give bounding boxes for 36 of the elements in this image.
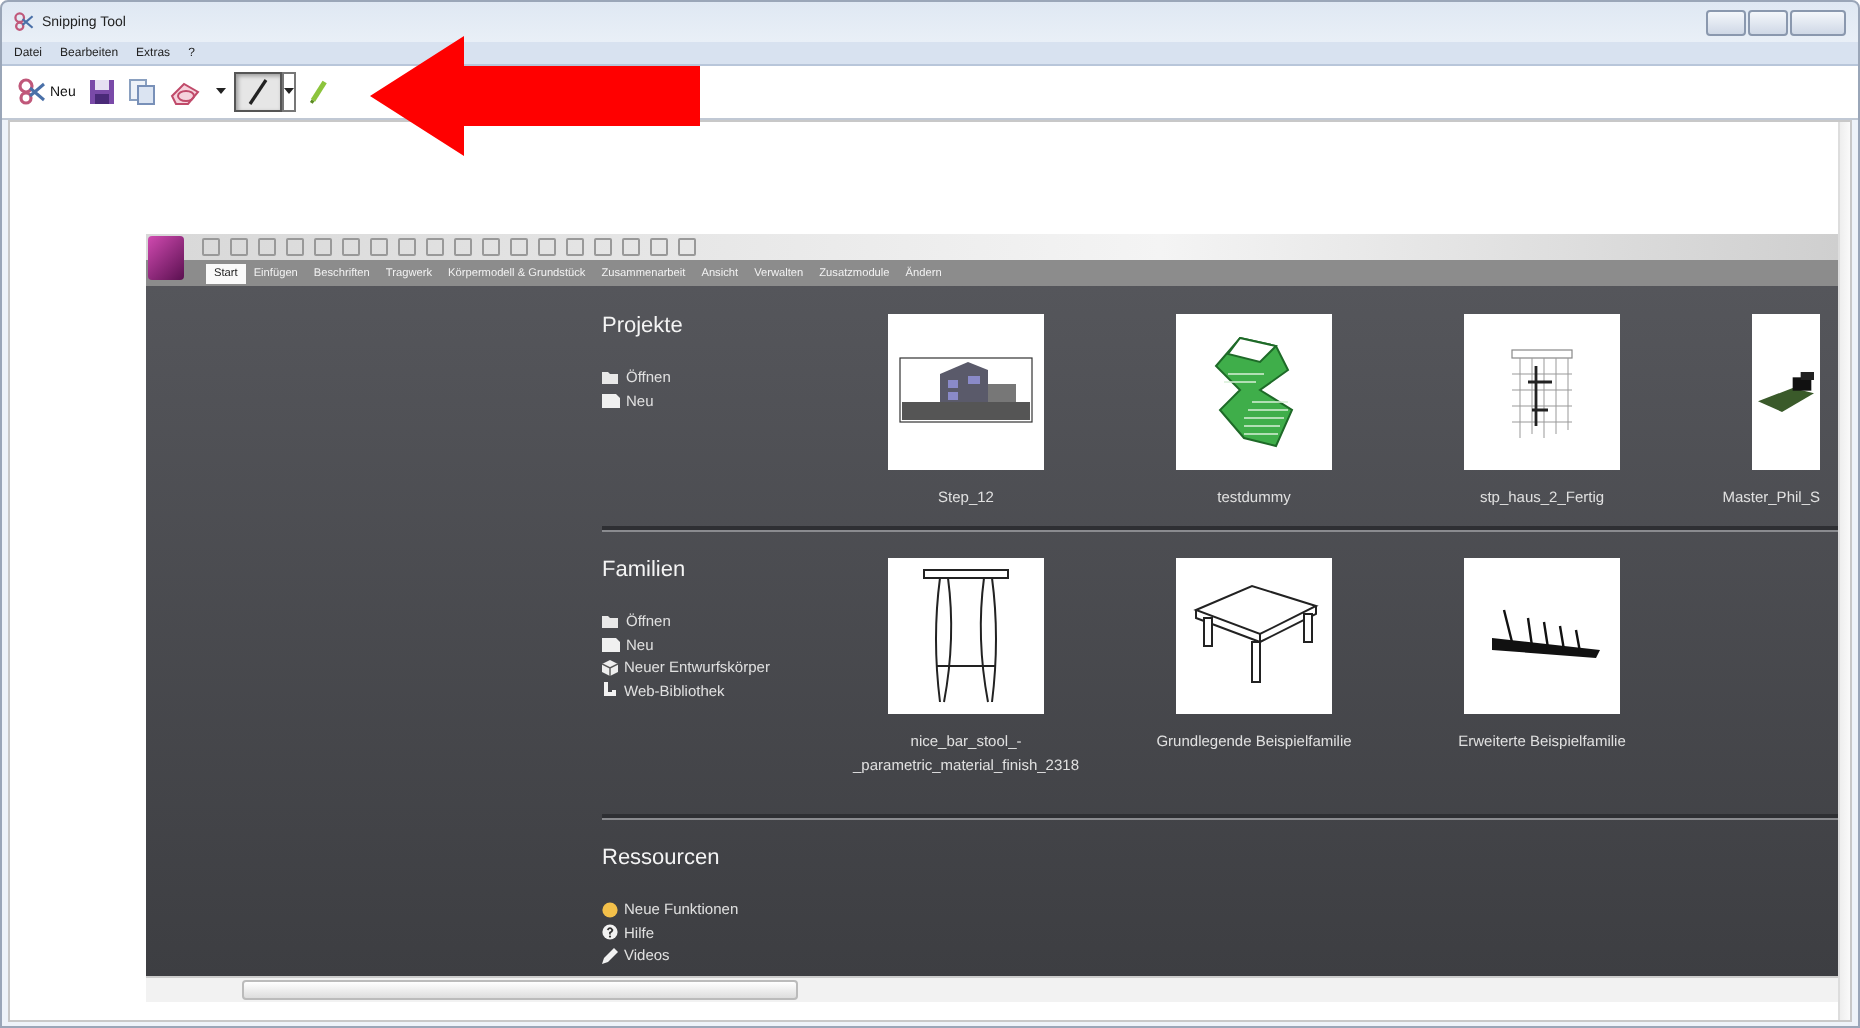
arrow-icon bbox=[370, 36, 700, 156]
app-menu-button[interactable] bbox=[148, 236, 184, 280]
thumbnail[interactable] bbox=[1176, 558, 1332, 714]
close-button[interactable] bbox=[1790, 9, 1846, 35]
scissors-icon bbox=[14, 12, 34, 32]
thumbnail[interactable] bbox=[1464, 558, 1620, 714]
folder-icon bbox=[602, 370, 620, 385]
folder-icon bbox=[602, 614, 620, 629]
thumbnail[interactable] bbox=[888, 558, 1044, 714]
caret-icon[interactable] bbox=[283, 88, 294, 96]
site-model-drawing bbox=[1758, 372, 1814, 412]
scissors-icon bbox=[18, 78, 46, 106]
scrollbar[interactable] bbox=[146, 976, 1838, 1002]
cube-icon bbox=[602, 659, 618, 676]
pen-button[interactable] bbox=[233, 72, 282, 112]
pencil-icon bbox=[602, 947, 618, 964]
document-icon bbox=[602, 393, 620, 408]
thumbnail[interactable] bbox=[1176, 314, 1332, 470]
thumbnail[interactable] bbox=[888, 314, 1044, 470]
bracket-icon bbox=[602, 682, 618, 699]
copy-icon[interactable] bbox=[127, 78, 156, 106]
thumbnail[interactable] bbox=[1464, 314, 1620, 470]
section-title: Ressourcen bbox=[602, 846, 722, 870]
section-title: Projekte bbox=[602, 314, 685, 338]
section-title: Familien bbox=[602, 558, 688, 582]
maximize-button[interactable] bbox=[1748, 9, 1788, 35]
eraser-icon[interactable] bbox=[167, 78, 204, 106]
minimize-button[interactable] bbox=[1706, 9, 1746, 35]
bulb-icon bbox=[602, 901, 618, 918]
document-icon bbox=[602, 637, 620, 652]
dropdown-button[interactable] bbox=[281, 72, 296, 112]
scrollbar[interactable] bbox=[1838, 122, 1850, 1020]
highlighter-icon bbox=[307, 78, 328, 106]
pen-icon bbox=[245, 78, 270, 106]
caret-icon[interactable] bbox=[215, 88, 226, 96]
help-icon bbox=[602, 924, 618, 941]
